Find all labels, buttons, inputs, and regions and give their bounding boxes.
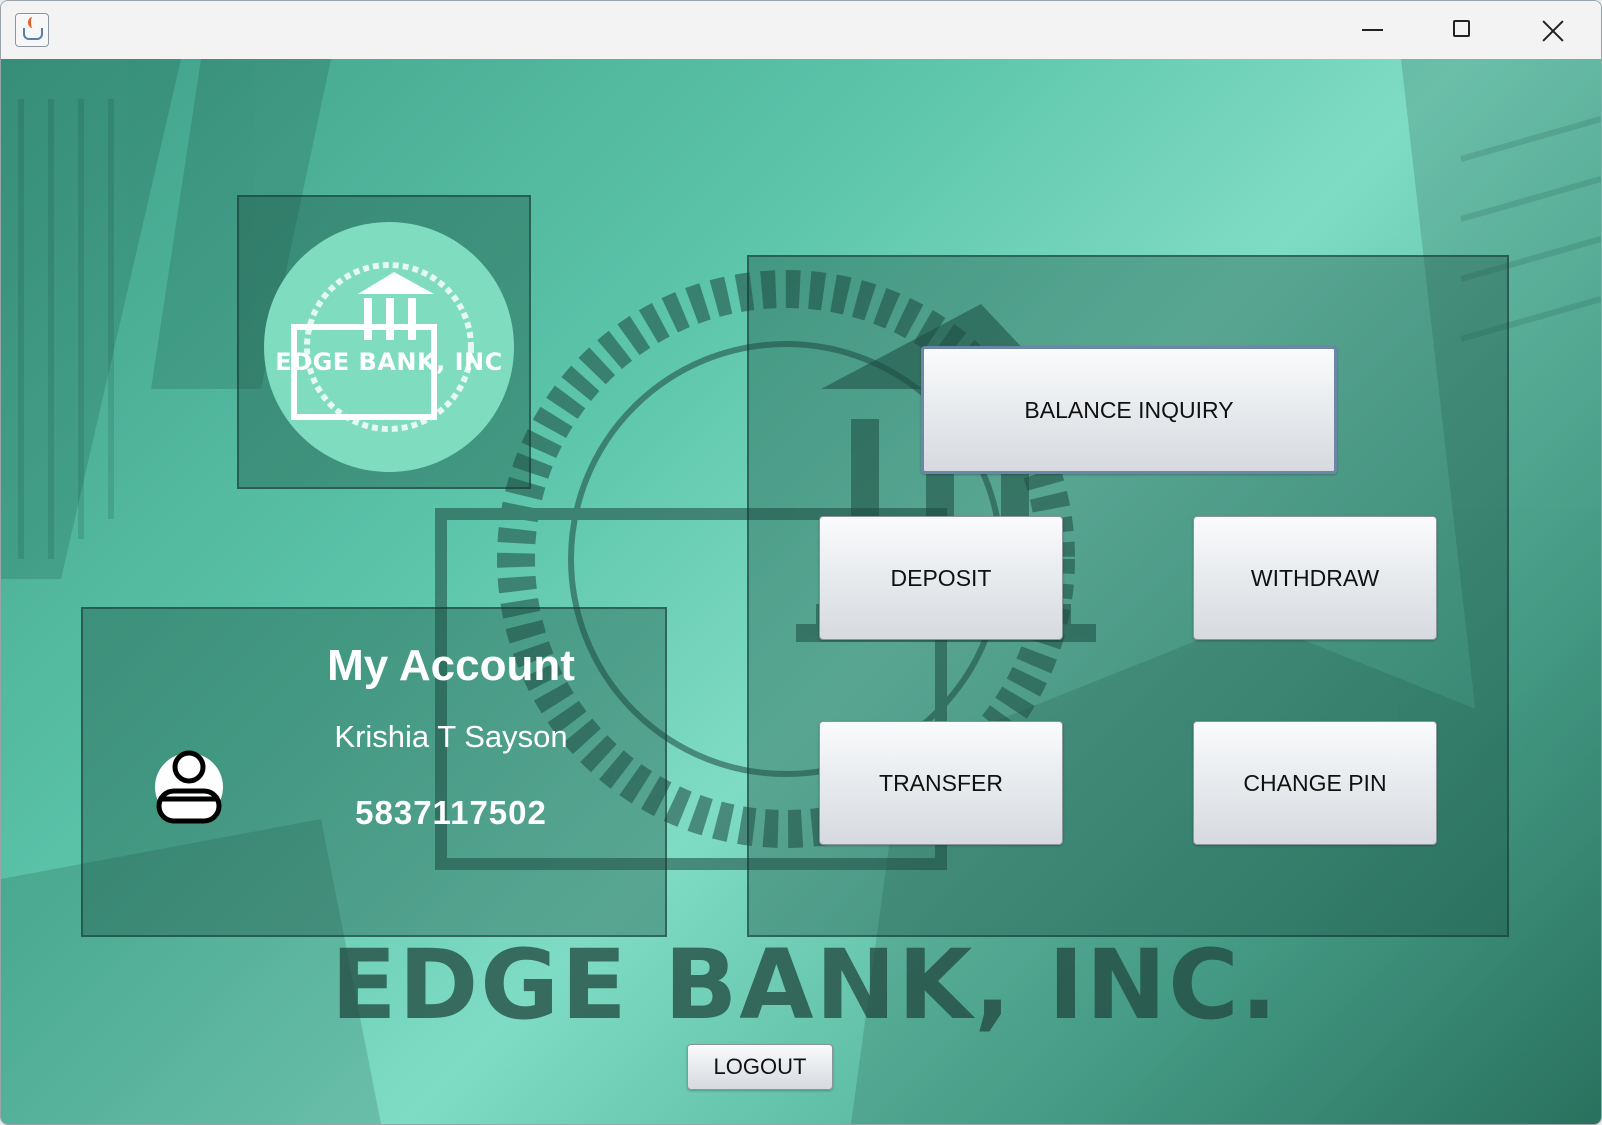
java-cup-icon[interactable] bbox=[15, 13, 49, 47]
account-number: 5837117502 bbox=[355, 794, 547, 831]
account-title: My Account bbox=[327, 641, 575, 690]
maximize-button[interactable] bbox=[1417, 1, 1507, 59]
minimize-icon bbox=[1362, 29, 1383, 31]
maximize-icon bbox=[1453, 20, 1470, 37]
transfer-button[interactable]: TRANSFER bbox=[819, 721, 1063, 845]
bank-logo: EDGE BANK, INC bbox=[264, 222, 514, 472]
app-window: EDGE BANK, INC My Account Krishia T Says… bbox=[0, 0, 1602, 1125]
account-holder-name: Krishia T Sayson bbox=[334, 719, 568, 754]
title-bar[interactable] bbox=[1, 1, 1601, 59]
bank-name-watermark: EDGE BANK, INC. bbox=[331, 929, 1280, 1041]
close-button[interactable] bbox=[1507, 1, 1597, 59]
bank-building-icon bbox=[291, 262, 474, 432]
minimize-button[interactable] bbox=[1327, 1, 1417, 59]
change-pin-button[interactable]: CHANGE PIN bbox=[1193, 721, 1437, 845]
close-icon bbox=[1542, 20, 1564, 42]
logo-text: EDGE BANK, INC bbox=[275, 348, 503, 376]
user-icon bbox=[155, 750, 223, 824]
main-content: EDGE BANK, INC My Account Krishia T Says… bbox=[1, 59, 1601, 1124]
deposit-button[interactable]: DEPOSIT bbox=[819, 516, 1063, 640]
balance-inquiry-button[interactable]: BALANCE INQUIRY bbox=[921, 346, 1337, 474]
logout-button[interactable]: LOGOUT bbox=[687, 1044, 833, 1090]
withdraw-button[interactable]: WITHDRAW bbox=[1193, 516, 1437, 640]
